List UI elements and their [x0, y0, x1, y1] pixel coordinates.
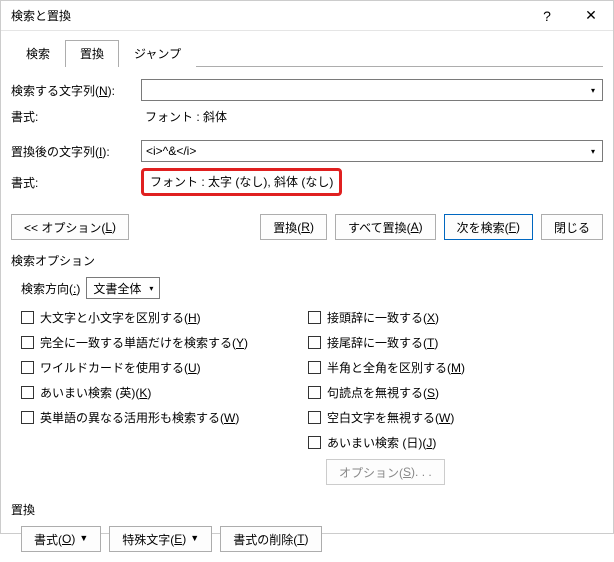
find-next-button[interactable]: 次を検索(F)	[444, 214, 533, 240]
replace-format-highlight: フォント : 太字 (なし), 斜体 (なし)	[141, 168, 342, 196]
find-format-value: フォント : 斜体	[141, 107, 231, 126]
chevron-down-icon[interactable]: ▾	[144, 279, 158, 297]
check-whitespace[interactable]: 空白文字を無視する(W)	[308, 409, 465, 426]
search-options-label: 検索オプション	[11, 252, 603, 269]
replace-input[interactable]: <i>^&</i> ▾	[141, 140, 603, 162]
find-row: 検索する文字列(N): ▾	[11, 79, 603, 101]
replace-row: 置換後の文字列(I): <i>^&</i> ▾	[11, 140, 603, 162]
find-label: 検索する文字列(N):	[11, 82, 141, 99]
checkbox-icon	[308, 336, 321, 349]
replace-format-label: 書式:	[11, 174, 141, 191]
search-direction-label: 検索方向(:)	[21, 280, 80, 297]
check-fuzzy-en[interactable]: あいまい検索 (英)(K)	[21, 384, 248, 401]
find-format-label: 書式:	[11, 108, 141, 125]
checkbox-icon	[21, 411, 34, 424]
checkbox-icon	[21, 386, 34, 399]
checkbox-icon	[308, 411, 321, 424]
checkbox-icon	[308, 361, 321, 374]
replace-format-row: 書式: フォント : 太字 (なし), 斜体 (なし)	[11, 168, 603, 196]
options-columns: 大文字と小文字を区別する(H) 完全に一致する単語だけを検索する(Y) ワイルド…	[21, 309, 603, 485]
check-wildcard[interactable]: ワイルドカードを使用する(U)	[21, 359, 248, 376]
tab-replace[interactable]: 置換	[65, 40, 119, 67]
check-width[interactable]: 半角と全角を区別する(M)	[308, 359, 465, 376]
tab-jump[interactable]: ジャンプ	[119, 40, 196, 67]
tab-search[interactable]: 検索	[11, 40, 65, 67]
replace-format-value: フォント : 太字 (なし), 斜体 (なし)	[150, 175, 333, 189]
check-suffix[interactable]: 接尾辞に一致する(T)	[308, 334, 465, 351]
checkbox-icon	[308, 386, 321, 399]
options-col-left: 大文字と小文字を区別する(H) 完全に一致する単語だけを検索する(Y) ワイルド…	[21, 309, 248, 485]
check-whole-word[interactable]: 完全に一致する単語だけを検索する(Y)	[21, 334, 248, 351]
check-punct[interactable]: 句読点を無視する(S)	[308, 384, 465, 401]
footer-buttons: 書式(O)▼ 特殊文字(E)▼ 書式の削除(T)	[21, 526, 603, 552]
footer-section-label: 置換	[11, 501, 603, 518]
help-button[interactable]: ?	[525, 1, 569, 30]
checkbox-icon	[21, 311, 34, 324]
check-word-forms[interactable]: 英単語の異なる活用形も検索する(W)	[21, 409, 248, 426]
find-input[interactable]: ▾	[141, 79, 603, 101]
search-direction-select[interactable]: 文書全体 ▾	[86, 277, 160, 299]
replace-button[interactable]: 置換(R)	[260, 214, 327, 240]
check-match-case[interactable]: 大文字と小文字を区別する(H)	[21, 309, 248, 326]
titlebar: 検索と置換 ? ✕	[1, 1, 613, 31]
options-col-right: 接頭辞に一致する(X) 接尾辞に一致する(T) 半角と全角を区別する(M) 句読…	[308, 309, 465, 485]
chevron-down-icon[interactable]: ▾	[585, 81, 601, 99]
checkbox-icon	[21, 336, 34, 349]
checkbox-icon	[308, 436, 321, 449]
special-menu-button[interactable]: 特殊文字(E)▼	[109, 526, 212, 552]
close-window-button[interactable]: ✕	[569, 1, 613, 30]
tab-strip: 検索 置換 ジャンプ	[11, 39, 603, 67]
no-formatting-button[interactable]: 書式の削除(T)	[220, 526, 321, 552]
checkbox-icon	[308, 311, 321, 324]
dialog-content: 検索 置換 ジャンプ 検索する文字列(N): ▾ 書式: フォント : 斜体 置…	[1, 31, 613, 562]
check-prefix[interactable]: 接頭辞に一致する(X)	[308, 309, 465, 326]
search-direction-field: 検索方向(:) 文書全体 ▾	[21, 277, 603, 299]
find-format-row: 書式: フォント : 斜体	[11, 107, 603, 126]
options-less-button[interactable]: << オプション(L)	[11, 214, 129, 240]
replace-label: 置換後の文字列(I):	[11, 143, 141, 160]
replace-footer: 置換 書式(O)▼ 特殊文字(E)▼ 書式の削除(T)	[11, 501, 603, 552]
main-button-row: << オプション(L) 置換(R) すべて置換(A) 次を検索(F) 閉じる	[11, 214, 603, 240]
chevron-down-icon[interactable]: ▾	[585, 142, 601, 160]
replace-all-button[interactable]: すべて置換(A)	[335, 214, 436, 240]
check-fuzzy-jp[interactable]: あいまい検索 (日)(J)	[308, 434, 465, 451]
format-menu-button[interactable]: 書式(O)▼	[21, 526, 101, 552]
checkbox-icon	[21, 361, 34, 374]
close-button[interactable]: 閉じる	[541, 214, 603, 240]
fuzzy-options-button[interactable]: オプション(S). . .	[326, 459, 445, 485]
window-title: 検索と置換	[11, 7, 525, 24]
